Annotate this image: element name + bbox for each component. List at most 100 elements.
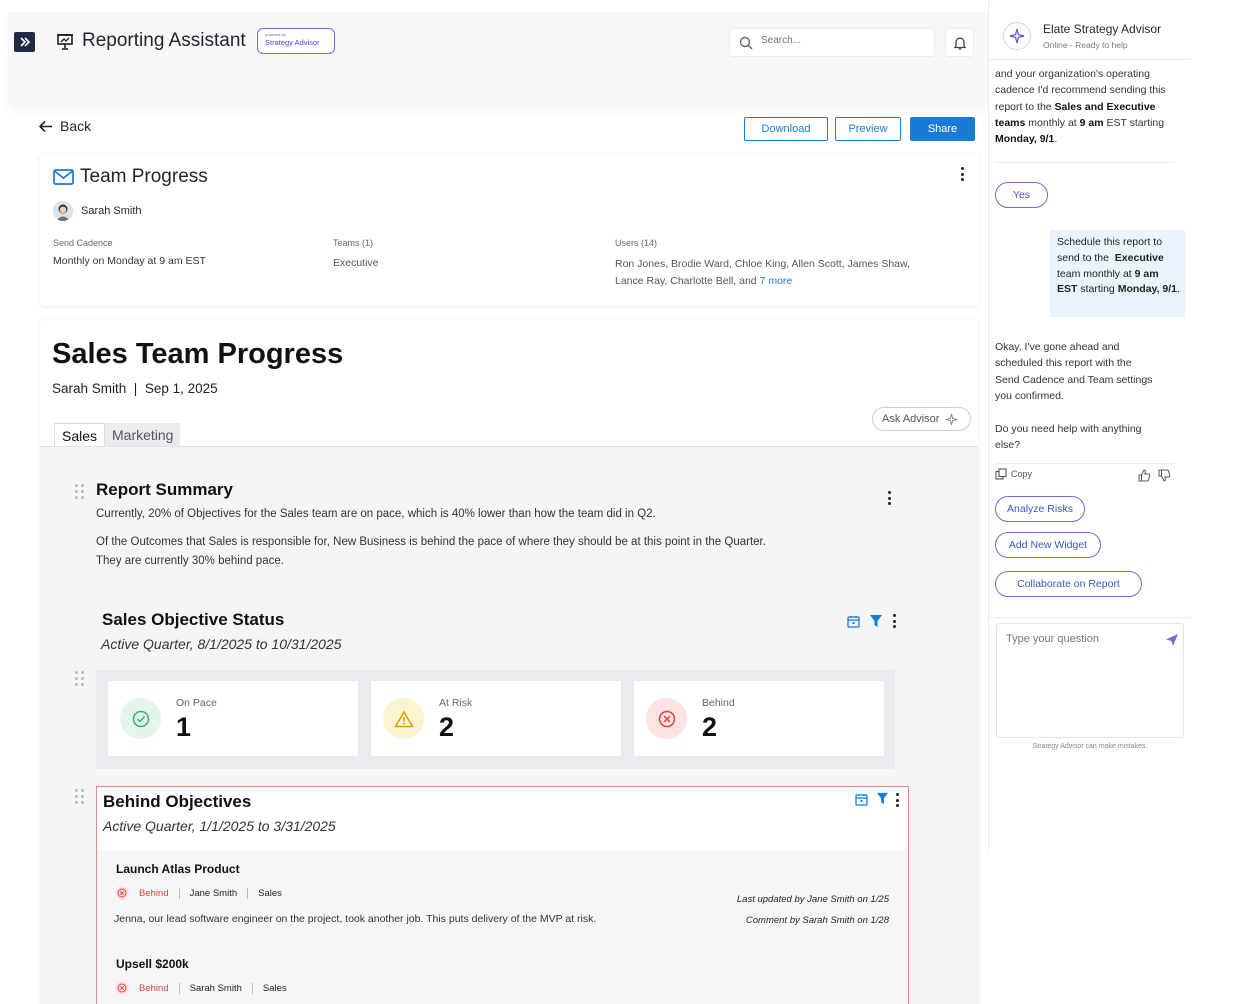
filter-icon[interactable] (876, 792, 889, 805)
reply-line: you confirmed. (995, 389, 1064, 402)
team-card-title: Team Progress (80, 166, 208, 187)
objective-title[interactable]: Launch Atlas Product (116, 862, 240, 876)
reply-line: Send Cadence and Team settings (995, 373, 1153, 386)
users-more-link[interactable]: 7 more (760, 275, 793, 287)
divider (995, 463, 1175, 464)
ask-advisor-label: Ask Advisor (882, 413, 940, 425)
reply-line: scheduled this report with the (995, 357, 1132, 370)
question-box (996, 623, 1184, 738)
stat-value: 2 (439, 712, 455, 742)
sparkle-icon (946, 413, 958, 425)
copy-icon (995, 468, 1007, 480)
notifications-button[interactable] (945, 28, 974, 57)
summary-menu-button[interactable] (886, 490, 892, 506)
teams-value: Executive (333, 257, 379, 269)
user-message: Schedule this report to send to the Exec… (1050, 230, 1185, 317)
tab-sales[interactable]: Sales (54, 423, 106, 447)
calendar-icon[interactable] (855, 793, 868, 806)
objective-title[interactable]: Upsell $200k (116, 957, 189, 971)
check-circle-icon (120, 698, 161, 739)
summary-title: Report Summary (96, 480, 233, 499)
calendar-icon[interactable] (847, 615, 860, 628)
search-icon (739, 36, 753, 50)
followup-line: Do you need help with anything (995, 423, 1142, 435)
add-new-widget-button[interactable]: Add New Widget (995, 532, 1101, 558)
summary-paragraph-1: Currently, 20% of Objectives for the Sal… (96, 508, 656, 520)
drag-handle[interactable] (75, 789, 84, 804)
search-input[interactable] (761, 35, 926, 46)
advisor-followup: Do you need help with anything else? (995, 421, 1175, 454)
app-root: Reporting Assistant powered by Strategy … (0, 0, 1236, 1004)
download-button[interactable]: Download (744, 117, 828, 141)
collaborate-on-report-button[interactable]: Collaborate on Report (995, 571, 1142, 597)
question-input[interactable] (1006, 633, 1156, 723)
advisor-name: Elate Strategy Advisor (1043, 22, 1162, 36)
report-date: Sep 1, 2025 (144, 381, 218, 396)
objective-comment: Comment by Sarah Smith on 1/28 (745, 915, 889, 926)
top-bar (8, 12, 988, 104)
x-circle-icon (115, 981, 129, 995)
objective-owner: Jane Smith (189, 887, 238, 899)
thumbs-up-icon[interactable] (1138, 469, 1151, 482)
separator (178, 982, 180, 994)
send-icon[interactable] (1165, 633, 1179, 647)
thumbs-down-icon[interactable] (1158, 469, 1171, 482)
drag-handle[interactable] (75, 484, 84, 499)
analyze-risks-button[interactable]: Analyze Risks (995, 496, 1085, 522)
separator (251, 982, 253, 994)
divider (995, 162, 1175, 163)
badge-text: Strategy Advisor (265, 38, 320, 47)
stat-label: At Risk (439, 697, 473, 709)
advisor-panel: Elate Strategy Advisor Online - Ready to… (988, 0, 1191, 850)
behind-objectives-menu-button[interactable] (894, 792, 900, 808)
users-label: Users (14) (615, 238, 658, 248)
expand-sidebar-button[interactable] (14, 32, 35, 52)
objective-status-row: Behind Jane Smith Sales (115, 886, 282, 900)
badge-powered-by: powered by (265, 32, 286, 37)
filter-icon[interactable] (869, 614, 883, 628)
stat-value: 2 (702, 712, 718, 742)
advisor-reply: Okay, I've gone ahead and scheduled this… (995, 339, 1175, 404)
main-region: Reporting Assistant powered by Strategy … (0, 0, 988, 1004)
double-chevron-right-icon (19, 37, 30, 47)
report-author: Sarah Smith (52, 381, 127, 396)
back-button[interactable]: Back (38, 118, 91, 134)
team-card-menu-button[interactable] (959, 166, 965, 182)
stat-label: Behind (702, 697, 735, 709)
separator (178, 887, 180, 899)
disclaimer: Strategy Advisor can make mistakes. (1032, 743, 1148, 750)
report-meta: Sarah Smith | Sep 1, 2025 (52, 381, 218, 396)
cadence-label: Send Cadence (53, 238, 113, 248)
status-badge: Behind (139, 982, 169, 994)
users-line-2: Lance Ray, Charlotte Bell, and 7 more (615, 273, 792, 290)
stat-label: On Pace (176, 697, 217, 709)
yes-button[interactable]: Yes (995, 182, 1048, 208)
stat-value: 1 (176, 712, 192, 742)
search-box[interactable] (729, 28, 935, 57)
followup-line: else? (995, 439, 1021, 452)
objective-team: Sales (258, 887, 282, 899)
back-label: Back (60, 118, 92, 134)
bell-icon (953, 36, 966, 50)
objective-status-menu-button[interactable] (891, 613, 897, 629)
ask-advisor-button[interactable]: Ask Advisor (872, 407, 971, 431)
share-button[interactable]: Share (910, 117, 975, 141)
teams-label: Teams (1) (333, 238, 374, 248)
behind-objectives-title: Behind Objectives (103, 792, 252, 811)
cadence-value: Monthly on Monday at 9 am EST (53, 255, 206, 267)
stat-card-at-risk: At Risk 2 (371, 681, 621, 756)
report-title: Sales Team Progress (52, 338, 344, 370)
x-circle-icon (646, 698, 687, 739)
drag-handle[interactable] (75, 671, 84, 686)
copy-button[interactable]: Copy (995, 468, 1032, 480)
users-line-2-text: Lance Ray, Charlotte Bell, and (615, 275, 757, 287)
warning-icon (383, 698, 424, 739)
objective-team: Sales (262, 982, 287, 994)
objective-status-row: Behind Sarah Smith Sales (115, 981, 287, 995)
team-card-owner: Sarah Smith (81, 205, 142, 217)
tab-marketing[interactable]: Marketing (105, 423, 181, 447)
app-title: Reporting Assistant (82, 30, 246, 51)
divider (989, 617, 1191, 618)
status-badge: Behind (139, 887, 169, 899)
preview-button[interactable]: Preview (835, 117, 901, 141)
